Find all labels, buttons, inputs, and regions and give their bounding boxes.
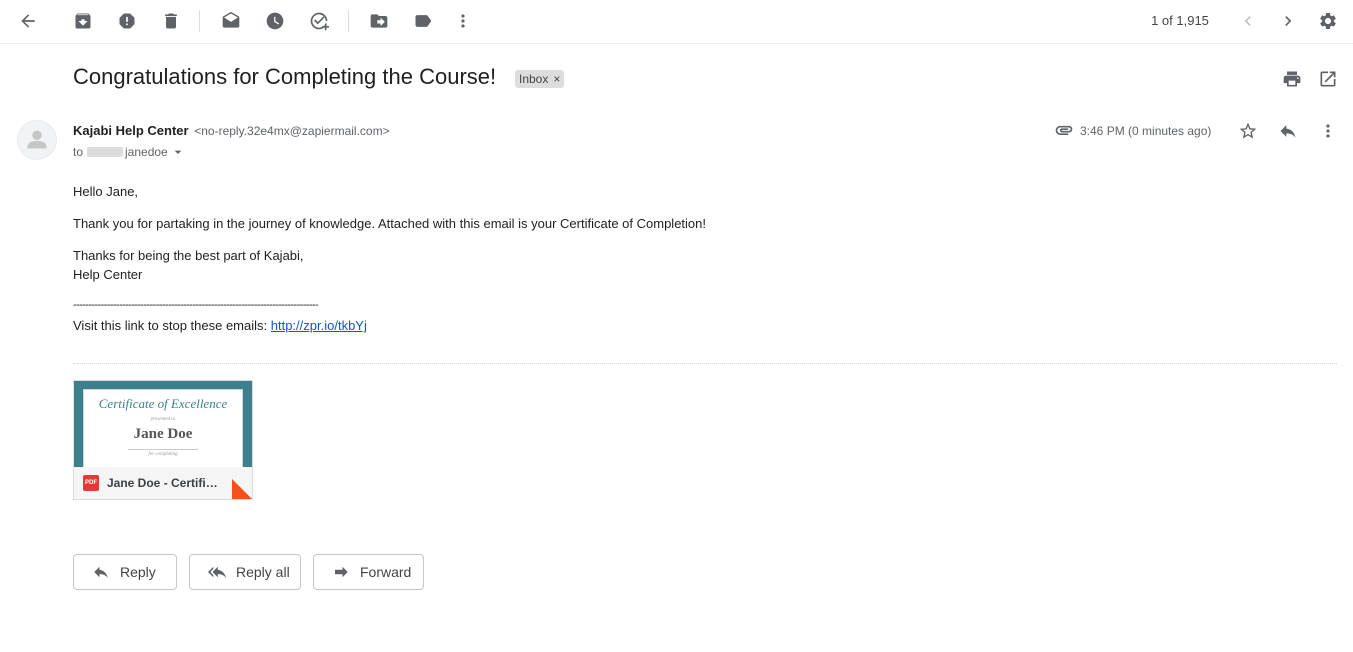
reply-arrow-icon[interactable] bbox=[1276, 119, 1300, 143]
label-chip-inbox[interactable]: Inbox × bbox=[515, 70, 565, 88]
body-closing: Thanks for being the best part of Kajabi… bbox=[73, 248, 304, 263]
more-vert-icon[interactable] bbox=[451, 9, 475, 33]
recipients-line[interactable]: to janedoe bbox=[73, 144, 186, 160]
attachment-footer: PDF Jane Doe - Certific... bbox=[74, 467, 252, 499]
body-greeting: Hello Jane, bbox=[73, 184, 139, 199]
file-type-corner-icon bbox=[232, 479, 252, 499]
recipient-name: janedoe bbox=[125, 145, 168, 159]
attachments-divider bbox=[73, 363, 1337, 364]
print-icon[interactable] bbox=[1280, 67, 1304, 91]
label-icon[interactable] bbox=[411, 9, 435, 33]
sender-email: <no-reply.32e4mx@zapiermail.com> bbox=[194, 124, 390, 138]
back-arrow-icon[interactable] bbox=[16, 9, 40, 33]
email-timestamp: 3:46 PM (0 minutes ago) bbox=[1080, 124, 1212, 138]
certificate-thumbnail: Certificate of Excellence presented to J… bbox=[74, 381, 252, 469]
add-task-icon[interactable] bbox=[307, 9, 331, 33]
forward-button[interactable]: Forward bbox=[313, 554, 424, 590]
reply-all-icon bbox=[208, 566, 226, 578]
snooze-icon[interactable] bbox=[263, 9, 287, 33]
reply-all-button[interactable]: Reply all bbox=[189, 554, 301, 590]
attachment-filename: Jane Doe - Certific... bbox=[107, 476, 219, 490]
certificate-name: Jane Doe bbox=[133, 426, 193, 442]
mark-unread-icon[interactable] bbox=[219, 9, 243, 33]
report-spam-icon[interactable] bbox=[115, 9, 139, 33]
sender-name[interactable]: Kajabi Help Center bbox=[73, 123, 189, 138]
certificate-presented: presented to bbox=[150, 417, 176, 422]
label-chip-text: Inbox bbox=[519, 72, 549, 86]
toolbar-divider bbox=[199, 10, 200, 32]
move-to-icon[interactable] bbox=[367, 9, 391, 33]
chevron-right-icon[interactable] bbox=[1276, 9, 1300, 33]
open-in-new-window-icon[interactable] bbox=[1316, 67, 1340, 91]
certificate-rule bbox=[128, 449, 198, 450]
forward-label: Forward bbox=[360, 564, 412, 580]
show-details-dropdown-icon[interactable] bbox=[170, 144, 186, 160]
sender-line: Kajabi Help Center <no-reply.32e4mx@zapi… bbox=[73, 123, 390, 138]
pagination-count: 1 of 1,915 bbox=[1151, 13, 1209, 28]
certificate-title: Certificate of Excellence bbox=[98, 396, 228, 411]
certificate-page: Certificate of Excellence presented to J… bbox=[83, 389, 243, 469]
reply-icon bbox=[94, 566, 108, 578]
reply-all-label: Reply all bbox=[236, 564, 290, 580]
reply-label: Reply bbox=[120, 564, 156, 580]
chevron-left-icon[interactable] bbox=[1236, 9, 1260, 33]
body-paragraph: Thank you for partaking in the journey o… bbox=[73, 216, 706, 231]
body-divider: ----------------------------------------… bbox=[73, 299, 319, 311]
unsubscribe-text: Visit this link to stop these emails: bbox=[73, 318, 271, 333]
delete-icon[interactable] bbox=[159, 9, 183, 33]
email-subject: Congratulations for Completing the Cours… bbox=[73, 64, 497, 89]
unsubscribe-line: Visit this link to stop these emails: ht… bbox=[73, 318, 367, 333]
attachment-card[interactable]: Certificate of Excellence presented to J… bbox=[73, 380, 253, 500]
redacted-text bbox=[87, 147, 124, 157]
more-options-icon[interactable] bbox=[1316, 119, 1340, 143]
body-signature: Help Center bbox=[73, 267, 143, 282]
person-icon bbox=[27, 130, 47, 149]
reply-button[interactable]: Reply bbox=[73, 554, 177, 590]
remove-label-icon[interactable]: × bbox=[553, 72, 560, 86]
settings-gear-icon[interactable] bbox=[1316, 9, 1340, 33]
to-prefix: to bbox=[73, 145, 84, 159]
sender-avatar bbox=[17, 120, 57, 160]
toolbar-border bbox=[0, 43, 1353, 44]
pdf-icon: PDF bbox=[83, 475, 99, 491]
forward-icon bbox=[335, 566, 348, 578]
unsubscribe-link[interactable]: http://zpr.io/tkbYj bbox=[271, 318, 367, 333]
certificate-for: for completing bbox=[148, 452, 178, 457]
star-icon[interactable] bbox=[1236, 119, 1260, 143]
toolbar-divider bbox=[348, 10, 349, 32]
archive-icon[interactable] bbox=[71, 9, 95, 33]
attachment-clip-icon bbox=[1052, 118, 1076, 142]
